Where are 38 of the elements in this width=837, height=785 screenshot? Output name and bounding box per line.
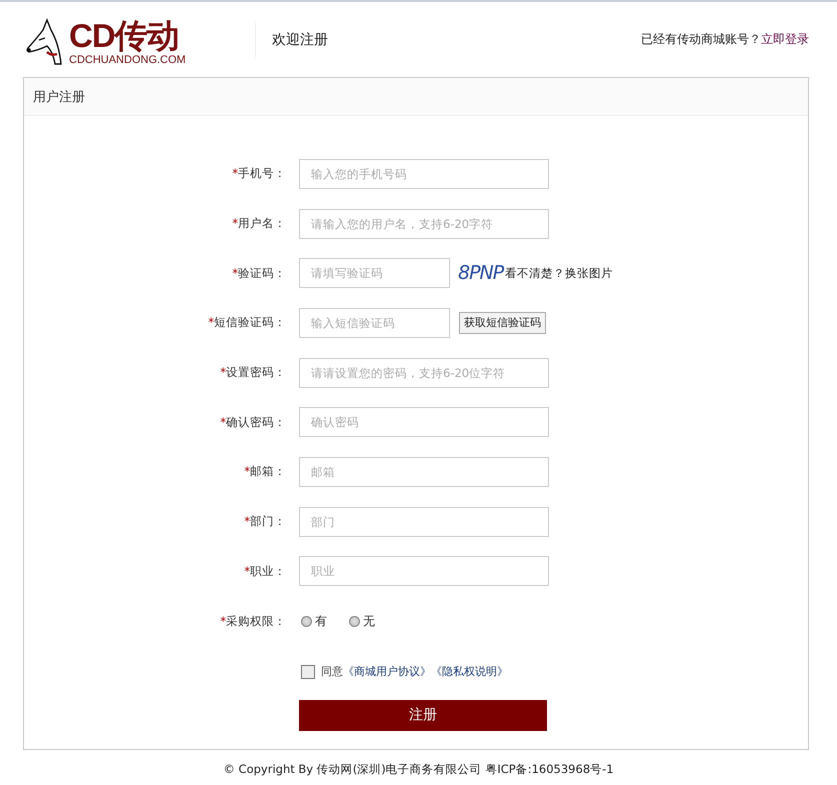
radio-button[interactable] <box>349 616 360 627</box>
field-label: *设置密码： <box>219 365 286 380</box>
copyright-text: © Copyright By 传动网(深圳)电子商务有限公司 粤ICP备:16053968号-1 <box>223 762 614 776</box>
refresh-captcha-link[interactable]: 看不清楚？换张图片 <box>505 266 614 281</box>
field-label: *用户名： <box>231 216 286 232</box>
agreement-link[interactable]: 《商城用户协议》 <box>343 664 431 680</box>
input-field[interactable]: 确认密码 <box>299 407 549 438</box>
input-field[interactable]: 部门 <box>299 506 549 537</box>
field-label: *短信验证码： <box>207 315 286 330</box>
captcha-image[interactable]: 8PNP <box>458 262 504 284</box>
logo-wordmark: CD传动 <box>69 18 180 52</box>
field-label: *验证码： <box>231 266 286 281</box>
field-label: *手机号： <box>231 166 286 182</box>
logo-domain: CDCHUANDONG.COM <box>69 54 186 66</box>
field-label: *邮箱： <box>243 464 286 480</box>
get-sms-code-button[interactable]: 获取短信验证码 <box>459 312 546 334</box>
input-field[interactable]: 请填写验证码 <box>299 258 450 288</box>
panel-title: 用户注册 <box>33 88 85 106</box>
radio-label: 无 <box>363 612 375 630</box>
agree-text: 同意 <box>321 664 343 680</box>
input-field[interactable]: 输入您的手机号码 <box>299 158 549 189</box>
field-label: *采购权限： <box>219 614 286 629</box>
welcome-title: 欢迎注册 <box>272 30 328 48</box>
login-prompt: 已经有传动商城账号？ <box>641 32 761 46</box>
agree-checkbox[interactable] <box>301 664 315 679</box>
input-field[interactable]: 输入短信验证码 <box>299 308 450 338</box>
radio-label: 有 <box>315 612 327 630</box>
input-field[interactable]: 请请设置您的密码，支持6-20位字符 <box>299 358 549 388</box>
input-field[interactable]: 请输入您的用户名，支持6-20字符 <box>299 208 549 239</box>
login-link[interactable]: 立即登录 <box>761 32 809 46</box>
field-label: *部门： <box>243 514 286 530</box>
register-button[interactable]: 注册 <box>299 700 547 731</box>
input-field[interactable]: 邮箱 <box>299 456 549 487</box>
agreement-link[interactable]: 《隐私权说明》 <box>431 664 508 680</box>
radio-button[interactable] <box>301 616 312 627</box>
field-label: *职业： <box>243 564 286 579</box>
field-label: *确认密码： <box>219 414 286 430</box>
input-field[interactable]: 职业 <box>299 556 549 586</box>
